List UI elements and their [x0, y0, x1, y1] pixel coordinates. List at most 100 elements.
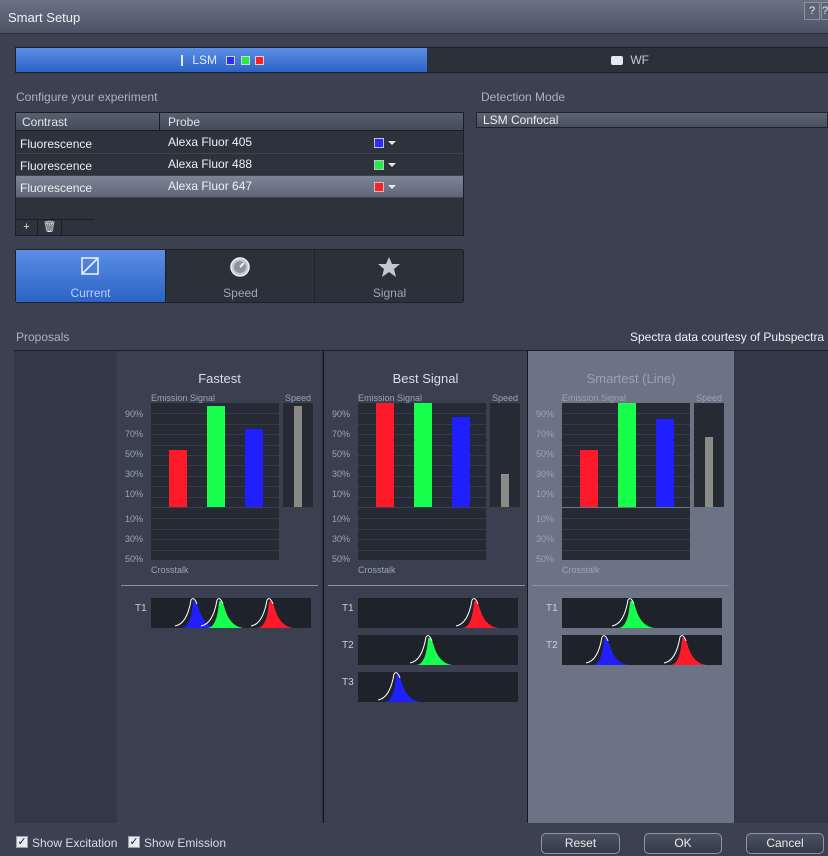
tick-label: 30% [125, 469, 144, 479]
crosstalk-chart [151, 508, 279, 560]
crosstalk-label: Crosstalk [151, 565, 189, 575]
emission-bar [207, 406, 225, 507]
spectrum-peak [592, 637, 628, 665]
tick-label: 90% [125, 409, 144, 419]
divider [328, 585, 525, 586]
cancel-button[interactable]: Cancel [746, 833, 824, 854]
crosstalk-label: Crosstalk [562, 565, 600, 575]
emission-spectrum-plot [562, 598, 722, 628]
spectrum-peak [207, 600, 243, 628]
tick-label: 90% [536, 409, 555, 419]
show-emission-label: Show Emission [144, 836, 227, 850]
microscope-icon [181, 55, 187, 67]
speed-label: Speed [223, 286, 258, 300]
proposal-spacer-right [734, 351, 828, 824]
row-contrast: Fluorescence [20, 159, 93, 173]
lsm-swatch-blue [226, 56, 236, 66]
spectrum-peak [384, 674, 420, 702]
tick-label: 30% [332, 534, 351, 544]
tick-label: 30% [125, 534, 144, 544]
detection-mode-value: LSM Confocal [483, 113, 559, 127]
tick-label: 50% [536, 449, 555, 459]
speed-bar [705, 437, 713, 507]
spectrum-peak [618, 600, 654, 628]
tick-label: 30% [332, 469, 351, 479]
emission-bar [245, 429, 263, 507]
table-row[interactable]: Fluorescence Alexa Fluor 488 [16, 154, 463, 176]
grid-line [562, 528, 690, 530]
emission-bar [169, 450, 187, 507]
emission-signal-label: Emission Signal [151, 393, 216, 403]
proposal-title: Best Signal [392, 371, 459, 386]
tick-label: 10% [332, 514, 351, 524]
tick-label: 10% [536, 514, 555, 524]
probe-color-swatch[interactable] [374, 138, 384, 148]
chevron-down-icon[interactable] [388, 185, 396, 189]
trash-icon[interactable]: 🗑 [38, 220, 62, 235]
show-emission-checkbox[interactable]: ✓ [128, 836, 140, 848]
tick-label: 50% [332, 554, 351, 564]
track-label: T2 [342, 640, 354, 651]
spectrum-peak [257, 600, 293, 628]
row-probe: Alexa Fluor 647 [168, 179, 253, 193]
emission-spectrum-plot [151, 598, 311, 628]
chevron-down-icon[interactable] [388, 141, 396, 145]
proposals-panel: Fastest Emission Signal Speed 90% 70% 50% 30% 1… [14, 350, 828, 824]
help-button[interactable]: ? [804, 2, 820, 20]
detection-mode-label: Detection Mode [481, 90, 566, 104]
tab-lsm[interactable]: LSM [16, 48, 427, 72]
row-probe: Alexa Fluor 405 [168, 135, 253, 149]
spectrum-peak [416, 637, 452, 665]
emission-chart [358, 403, 486, 507]
tick-label: 70% [536, 429, 555, 439]
lsm-swatch-green [240, 56, 250, 66]
chevron-down-icon[interactable] [388, 163, 396, 167]
footer-bar: ✓ Show Excitation ✓ Show Emission Reset … [0, 823, 828, 856]
emission-bar [656, 419, 674, 507]
grid-line [151, 539, 279, 541]
probe-color-swatch[interactable] [374, 182, 384, 192]
current-button[interactable]: Current [16, 250, 165, 302]
track-label: T1 [546, 603, 558, 614]
proposal-column[interactable]: Smartest (Line) Emission Signal Speed 90% 70… [528, 351, 734, 824]
show-excitation-checkbox[interactable]: ✓ [16, 836, 28, 848]
grid-line [151, 549, 279, 551]
detection-mode-select[interactable]: LSM Confocal [476, 112, 828, 128]
spectra-credit: Spectra data courtesy of Pubspectra [630, 330, 825, 344]
table-row-selected[interactable]: Fluorescence Alexa Fluor 647 [16, 176, 463, 198]
speed-button[interactable]: Speed [165, 250, 314, 302]
window-extra-button[interactable]: ? [821, 2, 828, 20]
crosstalk-chart [562, 508, 690, 560]
probe-color-swatch[interactable] [374, 160, 384, 170]
spectrum-peak [181, 600, 217, 628]
grid-line [151, 518, 279, 520]
grid-line [562, 539, 690, 541]
signal-button[interactable]: Signal [314, 250, 463, 302]
proposal-column[interactable]: Fastest Emission Signal Speed 90% 70% 50% 30% 1… [117, 351, 322, 824]
table-row[interactable]: Fluorescence Alexa Fluor 405 [16, 132, 463, 154]
emission-bar [414, 403, 432, 507]
speed-axis-label: Speed [696, 393, 723, 403]
emission-signal-label: Emission Signal [562, 393, 627, 403]
tab-wf[interactable]: WF [427, 48, 828, 72]
ok-button[interactable]: OK [644, 833, 722, 854]
quality-selector: Current Speed Signal [15, 249, 464, 303]
emission-signal-label: Emission Signal [358, 393, 423, 403]
tab-lsm-label: LSM [192, 53, 218, 67]
signal-label: Signal [372, 286, 407, 300]
spectrum-peak [670, 637, 706, 665]
configure-label: Configure your experiment [16, 90, 158, 104]
show-excitation-label: Show Excitation [32, 836, 118, 850]
table-header: Contrast Probe [16, 113, 463, 131]
lsm-swatch-red [255, 56, 265, 66]
star-icon [378, 257, 400, 277]
reset-button[interactable]: Reset [541, 833, 620, 854]
grid-line [358, 518, 486, 520]
crosstalk-chart [358, 508, 486, 560]
grid-line [151, 528, 279, 530]
tick-label: 50% [125, 449, 144, 459]
emission-spectrum-plot [358, 635, 518, 665]
add-row-button[interactable]: + [16, 220, 38, 235]
proposal-column[interactable]: Best Signal Emission Signal Speed 90% 70% 50%… [323, 351, 528, 824]
row-contrast: Fluorescence [20, 181, 93, 195]
